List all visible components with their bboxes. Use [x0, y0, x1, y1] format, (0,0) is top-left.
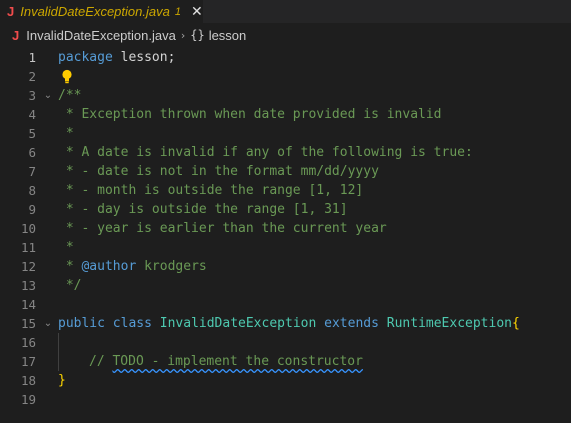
line-number: 10 [20, 221, 36, 236]
tab-problems-count: 1 [174, 5, 181, 18]
line-content: * - month is outside the range [1, 12] [58, 183, 364, 198]
line-content: */ [58, 278, 82, 293]
line-content: * @author krodgers [58, 257, 207, 276]
line-content: package lesson; [58, 48, 175, 67]
code-line: 10 * - year is earlier than the current … [0, 219, 571, 238]
code-line: 16 [0, 333, 571, 352]
code-line: 8 * - month is outside the range [1, 12] [0, 181, 571, 200]
line-number: 2 [28, 69, 36, 84]
keyword-class: class [112, 316, 152, 331]
code-line: 18 } [0, 371, 571, 390]
line-number: 8 [28, 183, 36, 198]
code-line: 5 * [0, 124, 571, 143]
chevron-down-icon[interactable]: ⌄ [42, 86, 54, 105]
author-name: krodgers [136, 259, 207, 274]
package-icon: {} [190, 28, 205, 42]
line-content: * - year is earlier than the current yea… [58, 221, 387, 236]
code-line: 7 * - date is not in the format mm/dd/yy… [0, 162, 571, 181]
comment-prefix: // [89, 354, 113, 369]
line-number: 7 [28, 164, 36, 179]
line-number: 18 [20, 373, 36, 388]
code-line: 6 * A date is invalid if any of the foll… [0, 143, 571, 162]
line-number: 9 [28, 202, 36, 217]
code-line: 19 [0, 390, 571, 409]
code-line: 4 * Exception thrown when date provided … [0, 105, 571, 124]
tab-bar: J InvalidDateException.java 1 ✕ [0, 0, 571, 23]
line-number: 3 [28, 88, 36, 103]
code-line: 1 package lesson; [0, 48, 571, 67]
line-content: * [58, 126, 74, 141]
close-brace: } [58, 373, 66, 388]
superclass-name: RuntimeException [386, 316, 512, 331]
line-number: 12 [20, 259, 36, 274]
line-content: * - day is outside the range [1, 31] [58, 202, 348, 217]
line-number: 1 [28, 50, 36, 65]
keyword-package: package [58, 50, 113, 65]
indent-guide [58, 352, 59, 371]
tab-filename: InvalidDateException.java [20, 4, 170, 19]
line-number: 5 [28, 126, 36, 141]
chevron-right-icon: › [180, 28, 186, 42]
code-line: 9 * - day is outside the range [1, 31] [0, 200, 571, 219]
code-line: 13 */ [0, 276, 571, 295]
line-number: 14 [20, 297, 36, 312]
chevron-down-icon[interactable]: ⌄ [42, 314, 54, 333]
comment-prefix: * [58, 259, 82, 274]
package-name: lesson [120, 50, 168, 65]
code-line: 17 // TODO - implement the constructor [0, 352, 571, 371]
line-number: 6 [28, 145, 36, 160]
class-name: InvalidDateException [159, 316, 317, 331]
breadcrumb-file[interactable]: InvalidDateException.java [26, 28, 176, 43]
line-number: 15 [20, 316, 36, 331]
code-line: 15 ⌄ public class InvalidDateException e… [0, 314, 571, 333]
semicolon: ; [167, 50, 176, 65]
java-file-icon: J [12, 27, 20, 43]
code-line: 14 [0, 295, 571, 314]
line-number: 19 [20, 392, 36, 407]
line-number: 13 [20, 278, 36, 293]
line-number: 17 [20, 354, 36, 369]
keyword-public: public [58, 316, 105, 331]
todo-comment: TODO - implement the constructor [112, 354, 363, 369]
line-number: 4 [28, 107, 36, 122]
open-brace: { [512, 316, 520, 331]
line-content: * [58, 240, 74, 255]
line-number: 11 [20, 240, 36, 255]
breadcrumb-package[interactable]: lesson [209, 28, 247, 43]
code-line: 3 ⌄ /** [0, 86, 571, 105]
line-content: public class InvalidDateException extend… [58, 314, 520, 333]
code-line: 2 [0, 67, 571, 86]
breadcrumb: J InvalidDateException.java › {} lesson [0, 25, 571, 45]
code-line: 12 * @author krodgers [0, 257, 571, 276]
close-icon[interactable]: ✕ [191, 4, 203, 20]
indent-guide [58, 333, 59, 352]
editor-tab-invaliddateexception[interactable]: J InvalidDateException.java 1 ✕ [0, 0, 203, 23]
keyword-extends: extends [324, 316, 379, 331]
line-number: 16 [20, 335, 36, 350]
java-file-icon: J [7, 4, 15, 19]
line-content: * Exception thrown when date provided is… [58, 107, 442, 122]
line-content: * A date is invalid if any of the follow… [58, 145, 473, 160]
javadoc-tag: @author [81, 259, 137, 274]
line-content: // TODO - implement the constructor [89, 352, 363, 371]
code-line: 11 * [0, 238, 571, 257]
line-content: /** [58, 88, 82, 103]
line-content: * - date is not in the format mm/dd/yyyy [58, 164, 379, 179]
lightbulb-icon[interactable] [60, 67, 74, 86]
